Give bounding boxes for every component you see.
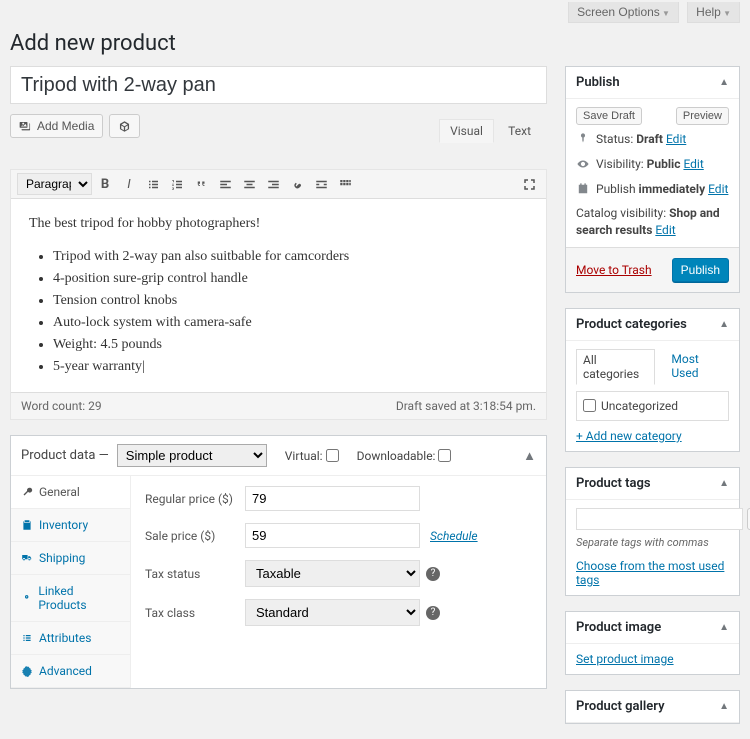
choose-tags-link[interactable]: Choose from the most used tags xyxy=(576,559,724,587)
editor-toolbar: Paragraph B I xyxy=(11,170,546,199)
tab-linked-products[interactable]: Linked Products xyxy=(11,575,130,622)
wrench-icon xyxy=(21,486,33,498)
list-item: 4-position sure-grip control handle xyxy=(53,268,528,289)
sale-price-label: Sale price ($) xyxy=(145,529,245,543)
intro-text: The best tripod for hobby photographers! xyxy=(29,213,528,234)
regular-price-input[interactable] xyxy=(245,486,420,511)
tab-advanced[interactable]: Advanced xyxy=(11,655,130,688)
tax-class-label: Tax class xyxy=(145,606,245,620)
publish-title: Publish xyxy=(576,75,620,90)
publish-toggle[interactable]: ▲ xyxy=(719,77,729,88)
category-checkbox[interactable] xyxy=(583,399,596,412)
editor-content[interactable]: The best tripod for hobby photographers!… xyxy=(11,199,546,392)
bullet-list-button[interactable] xyxy=(142,173,164,195)
product-title-input[interactable] xyxy=(10,66,547,104)
bold-button[interactable]: B xyxy=(94,173,116,195)
gallery-title: Product gallery xyxy=(576,699,665,714)
downloadable-checkbox[interactable] xyxy=(438,449,451,462)
move-to-trash-link[interactable]: Move to Trash xyxy=(576,263,652,277)
preview-button[interactable]: Preview xyxy=(676,107,729,125)
tax-class-select[interactable]: Standard xyxy=(245,599,420,626)
edit-publish-link[interactable]: Edit xyxy=(708,182,728,196)
edit-visibility-link[interactable]: Edit xyxy=(683,157,703,171)
tab-attributes[interactable]: Attributes xyxy=(11,622,130,655)
toolbar-toggle-button[interactable] xyxy=(334,173,356,195)
align-right-button[interactable] xyxy=(262,173,284,195)
italic-button[interactable]: I xyxy=(118,173,140,195)
product-data-toggle[interactable]: ▲ xyxy=(523,448,536,464)
eye-icon xyxy=(576,157,590,171)
feature-list: Tripod with 2-way pan also suitbable for… xyxy=(53,246,528,377)
page-title: Add new product xyxy=(10,31,740,56)
align-left-button[interactable] xyxy=(214,173,236,195)
quote-button[interactable] xyxy=(190,173,212,195)
help-icon[interactable]: ? xyxy=(426,606,440,620)
category-item[interactable]: Uncategorized xyxy=(583,398,722,414)
number-list-button[interactable] xyxy=(166,173,188,195)
clipboard-icon xyxy=(21,519,33,531)
virtual-checkbox[interactable] xyxy=(326,449,339,462)
add-media-button[interactable]: Add Media xyxy=(10,114,103,138)
list-icon xyxy=(21,632,33,644)
list-item: Tripod with 2-way pan also suitbable for… xyxy=(53,246,528,267)
set-image-link[interactable]: Set product image xyxy=(576,652,674,666)
tab-inventory[interactable]: Inventory xyxy=(11,509,130,542)
pin-icon xyxy=(576,132,590,146)
link-icon xyxy=(21,592,32,604)
help-icon[interactable]: ? xyxy=(426,567,440,581)
media-library-button[interactable] xyxy=(109,114,140,138)
gallery-toggle[interactable]: ▲ xyxy=(719,701,729,712)
calendar-icon xyxy=(576,182,590,196)
save-draft-button[interactable]: Save Draft xyxy=(576,107,642,125)
sale-price-input[interactable] xyxy=(245,523,420,548)
fullscreen-button[interactable] xyxy=(518,173,540,195)
schedule-link[interactable]: Schedule xyxy=(430,529,478,543)
virtual-label: Virtual: xyxy=(285,449,339,463)
tab-all-categories[interactable]: All categories xyxy=(576,349,655,385)
regular-price-label: Regular price ($) xyxy=(145,492,245,506)
tab-most-used[interactable]: Most Used xyxy=(665,349,729,385)
tags-hint: Separate tags with commas xyxy=(576,536,729,549)
tags-title: Product tags xyxy=(576,476,651,491)
downloadable-label: Downloadable: xyxy=(357,449,452,463)
link-button[interactable] xyxy=(286,173,308,195)
truck-icon xyxy=(21,552,33,564)
tab-general[interactable]: General xyxy=(11,476,130,509)
tax-status-select[interactable]: Taxable xyxy=(245,560,420,587)
insert-more-button[interactable] xyxy=(310,173,332,195)
media-icon xyxy=(19,120,32,133)
tags-toggle[interactable]: ▲ xyxy=(719,478,729,489)
list-item: Tension control knobs xyxy=(53,290,528,311)
gear-icon xyxy=(21,665,33,677)
tab-shipping[interactable]: Shipping xyxy=(11,542,130,575)
tag-input[interactable] xyxy=(576,508,743,530)
format-select[interactable]: Paragraph xyxy=(17,173,92,195)
screen-options-button[interactable]: Screen Options xyxy=(568,2,679,23)
edit-catalog-link[interactable]: Edit xyxy=(655,223,675,237)
list-item: 5-year warranty xyxy=(53,356,528,377)
image-title: Product image xyxy=(576,620,661,635)
draft-saved: Draft saved at 3:18:54 pm. xyxy=(396,399,536,413)
help-button[interactable]: Help xyxy=(687,2,740,23)
categories-title: Product categories xyxy=(576,317,687,332)
publish-button[interactable]: Publish xyxy=(672,258,729,282)
categories-toggle[interactable]: ▲ xyxy=(719,319,729,330)
product-type-select[interactable]: Simple product xyxy=(117,444,267,467)
align-center-button[interactable] xyxy=(238,173,260,195)
product-data-label: Product data — xyxy=(21,448,109,463)
image-toggle[interactable]: ▲ xyxy=(719,622,729,633)
word-count: Word count: 29 xyxy=(21,399,102,413)
add-category-link[interactable]: + Add new category xyxy=(576,429,682,443)
tax-status-label: Tax status xyxy=(145,567,245,581)
tab-visual[interactable]: Visual xyxy=(439,119,494,143)
tab-text[interactable]: Text xyxy=(497,119,542,143)
list-item: Auto-lock system with camera-safe xyxy=(53,312,528,333)
edit-status-link[interactable]: Edit xyxy=(666,132,686,146)
cube-icon xyxy=(118,120,131,133)
list-item: Weight: 4.5 pounds xyxy=(53,334,528,355)
